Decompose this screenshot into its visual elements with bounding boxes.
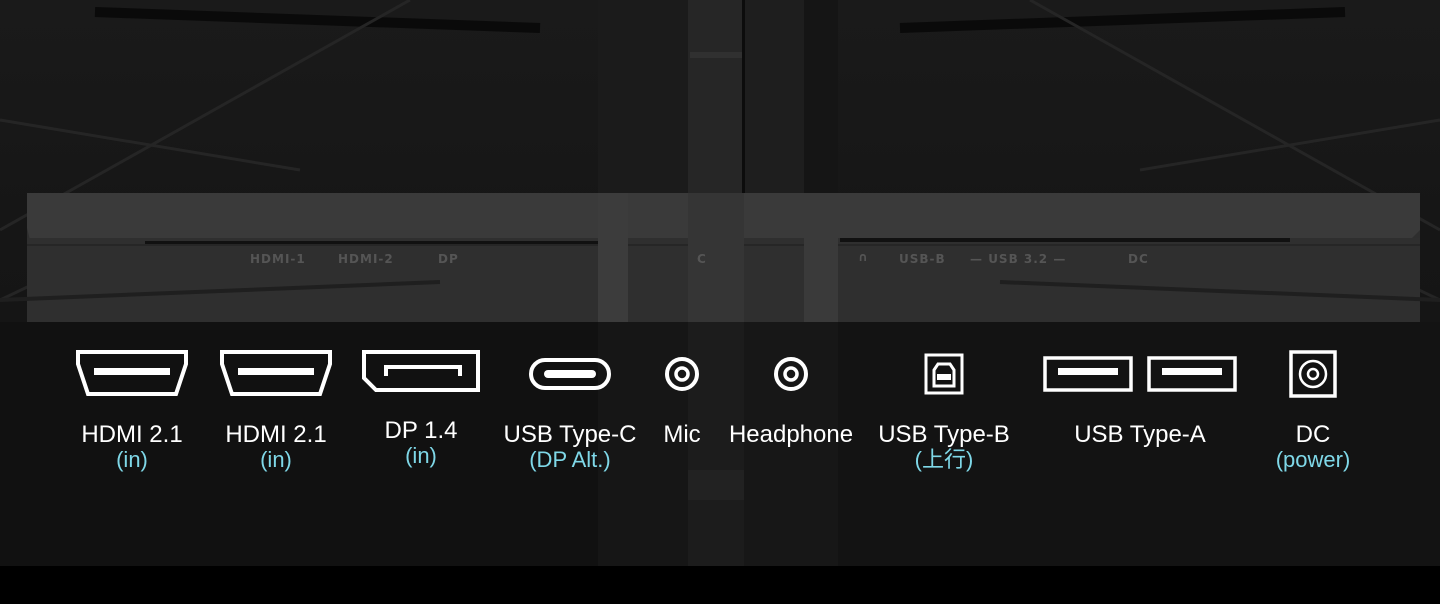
bottom-bar xyxy=(0,566,1440,604)
usb-a-port-icon xyxy=(1043,356,1237,392)
port-usb-c: USB Type-C (DP Alt.) xyxy=(500,350,640,472)
port-usb-a: USB Type-A xyxy=(1040,350,1240,448)
port-sublabel: (in) xyxy=(405,443,437,468)
port-displayport: DP 1.4 (in) xyxy=(351,350,491,468)
silkscreen-usb32: — USB 3.2 — xyxy=(970,252,1067,266)
port-mic: Mic xyxy=(652,350,712,448)
displayport-icon xyxy=(362,350,480,392)
silkscreen-usbc: C xyxy=(697,252,707,266)
port-sublabel: (in) xyxy=(260,447,292,472)
port-label: HDMI 2.1 xyxy=(81,421,183,448)
silkscreen-hdmi1: HDMI-1 xyxy=(250,252,306,266)
port-label: Headphone xyxy=(728,421,854,448)
usb-b-port-icon xyxy=(924,353,964,395)
dc-power-port-icon xyxy=(1289,350,1337,398)
port-label: HDMI 2.1 xyxy=(225,421,327,448)
usb-c-port-icon xyxy=(529,358,611,390)
port-sublabel: (in) xyxy=(116,447,148,472)
silkscreen-dc: DC xyxy=(1128,252,1149,266)
port-label: Mic xyxy=(663,421,701,448)
silkscreen-usb32-label: USB 3.2 xyxy=(988,252,1049,266)
hdmi-port-icon xyxy=(76,350,188,396)
port-usb-b: USB Type-B (上行) xyxy=(872,350,1016,472)
port-hdmi-1: HDMI 2.1 (in) xyxy=(62,350,202,472)
port-label: USB Type-B xyxy=(878,421,1010,448)
port-label: USB Type-A xyxy=(1074,421,1206,448)
port-legend: HDMI 2.1 (in) HDMI 2.1 (in) DP 1.4 (in) … xyxy=(0,350,1440,500)
port-label: DP 1.4 xyxy=(384,417,458,444)
silkscreen-hdmi2: HDMI-2 xyxy=(338,252,394,266)
silkscreen-headphone: ∩ xyxy=(858,250,869,264)
hdmi-port-icon xyxy=(220,350,332,396)
silkscreen-dp: DP xyxy=(438,252,459,266)
port-label: USB Type-C xyxy=(503,421,637,448)
port-sublabel: (power) xyxy=(1275,447,1351,472)
headphone-jack-icon xyxy=(774,357,808,391)
port-sublabel: (上行) xyxy=(914,447,974,472)
port-hdmi-2: HDMI 2.1 (in) xyxy=(206,350,346,472)
port-label: DC xyxy=(1295,421,1331,448)
port-headphone: Headphone xyxy=(721,350,861,448)
silkscreen-usbb: USB-B xyxy=(899,252,946,266)
port-sublabel: (DP Alt.) xyxy=(529,447,611,472)
mic-jack-icon xyxy=(665,357,699,391)
port-dc: DC (power) xyxy=(1258,350,1368,472)
